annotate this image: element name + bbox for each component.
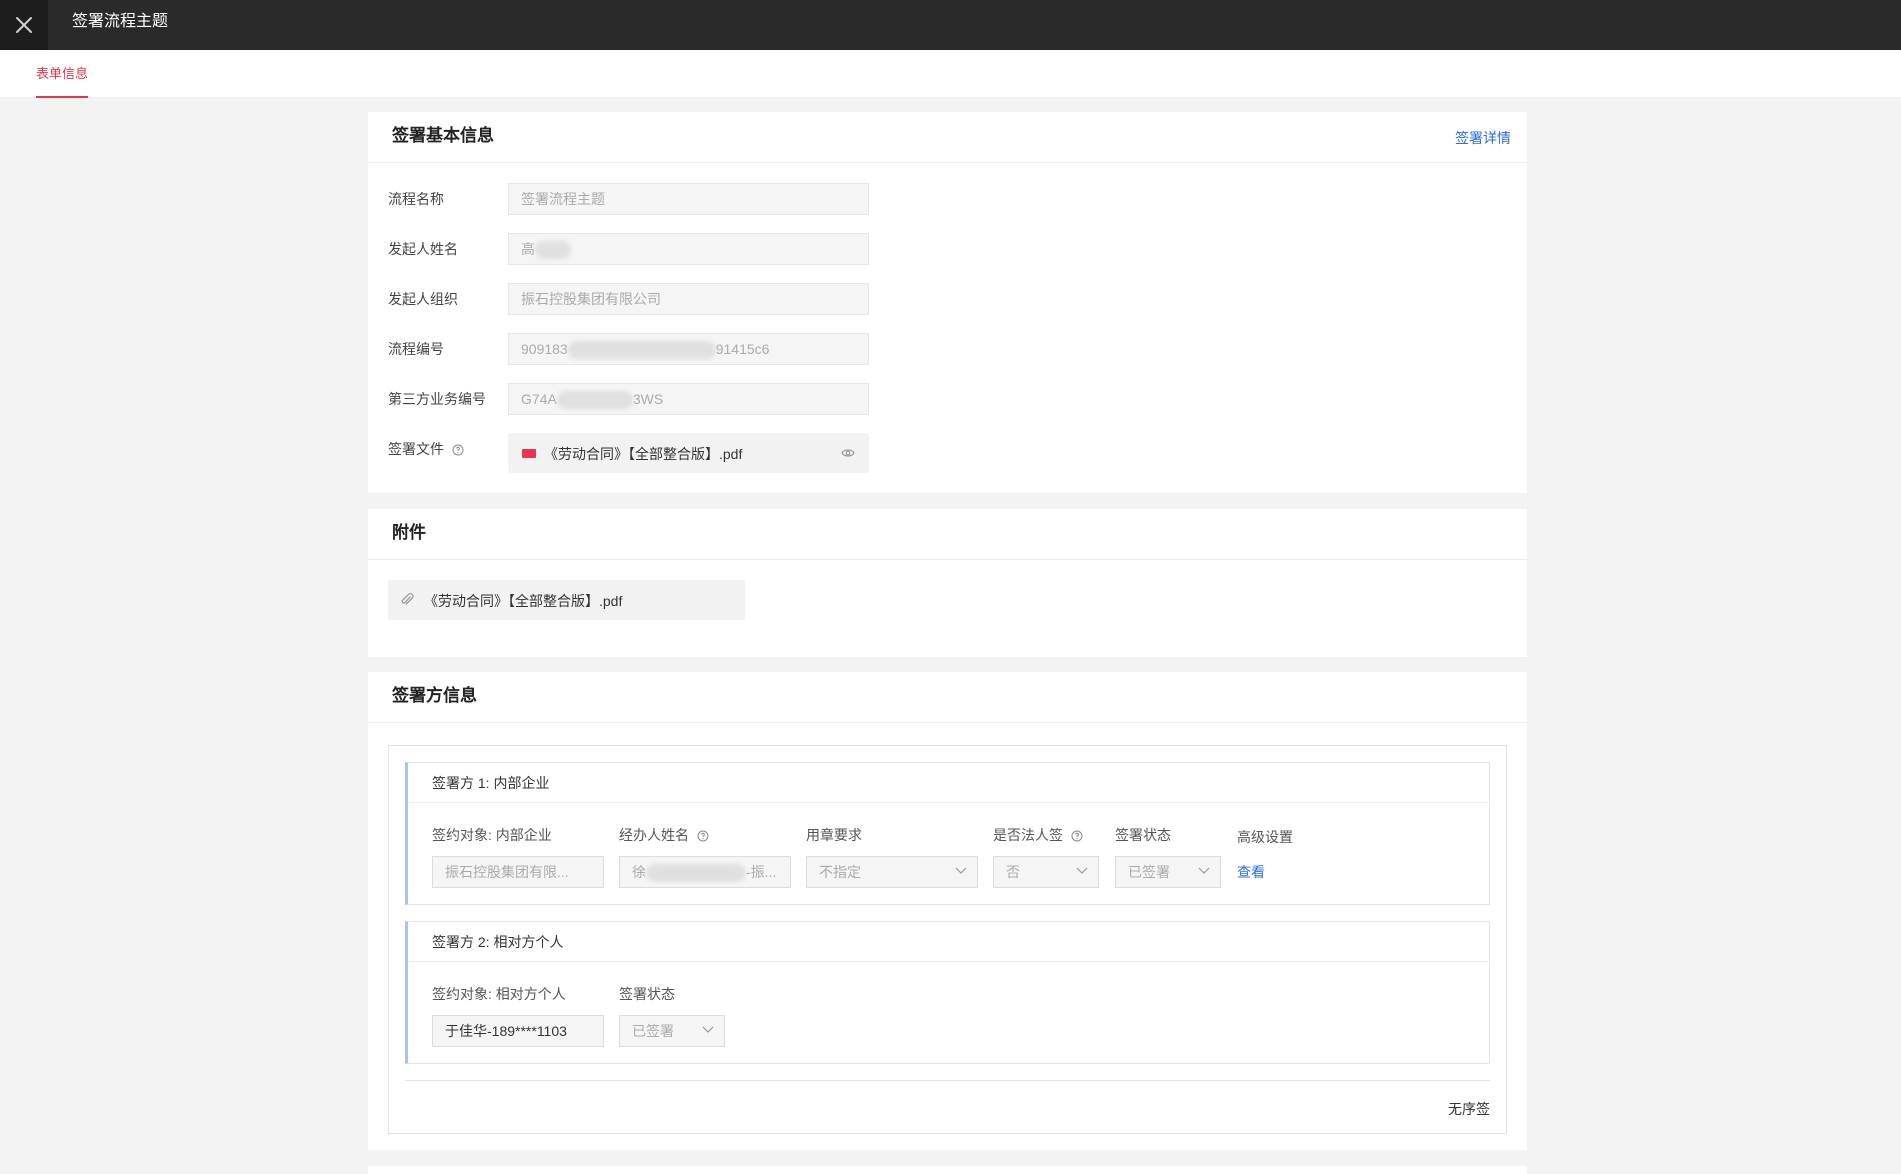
legal-label: 是否法人签 — [993, 825, 1083, 845]
basic-info-card: 签署基本信息 签署详情 流程名称 签署流程主题 发起人姓名 高 发起人组织 振石… — [368, 112, 1527, 493]
redacted-mark — [556, 391, 633, 410]
process-id-prefix: 909183 — [521, 341, 568, 357]
process-id-input[interactable]: 909183 91415c6 — [508, 333, 869, 365]
pdf-icon — [522, 449, 536, 458]
sign-file-item[interactable]: 《劳动合同》【全部整合版】.pdf — [508, 433, 869, 473]
legal-select[interactable]: 否 — [993, 856, 1099, 888]
third-party-id-input[interactable]: G74A 3WS — [508, 383, 869, 415]
next-card-edge — [368, 1166, 1527, 1174]
signers-container: 签署方 1: 内部企业 签约对象: 内部企业 振石控股集团有限... 经办人姓名… — [388, 745, 1507, 1134]
help-icon[interactable] — [697, 830, 709, 842]
close-button[interactable] — [0, 0, 48, 50]
status-label: 签署状态 — [1115, 827, 1171, 843]
page-title: 签署流程主题 — [72, 13, 169, 30]
status-select[interactable]: 已签署 — [619, 1015, 725, 1047]
signers-header: 签署方信息 — [368, 672, 1527, 723]
redacted-mark — [646, 864, 746, 883]
redacted-mark — [567, 341, 716, 360]
basic-info-header: 签署基本信息 签署详情 — [368, 112, 1527, 163]
process-name-input[interactable]: 签署流程主题 — [508, 183, 869, 215]
eye-icon[interactable] — [841, 447, 855, 459]
attachments-header: 附件 — [368, 509, 1527, 560]
tab-form-info[interactable]: 表单信息 — [36, 50, 89, 98]
paperclip-icon — [401, 593, 414, 605]
process-id-suffix: 91415c6 — [715, 341, 770, 357]
close-icon[interactable] — [14, 15, 34, 35]
chevron-down-icon — [1198, 867, 1210, 874]
handler-label: 经办人姓名 — [619, 825, 709, 845]
handler-select[interactable]: 徐 -振... — [619, 856, 791, 888]
status-value: 已签署 — [1128, 864, 1170, 880]
target-select[interactable]: 于佳华-189****1103 — [432, 1015, 604, 1047]
field-label: 流程名称 — [388, 191, 444, 207]
handler-prefix: 徐 — [632, 864, 646, 880]
tab-bar: 表单信息 — [0, 50, 1901, 98]
field-label: 流程编号 — [388, 341, 444, 357]
basic-info-title: 签署基本信息 — [392, 126, 494, 145]
sign-file-label: 签署文件 — [388, 441, 444, 457]
seal-label: 用章要求 — [806, 827, 862, 843]
sign-detail-link[interactable]: 签署详情 — [1455, 112, 1511, 164]
field-label: 第三方业务编号 — [388, 391, 486, 407]
signer-title: 签署方 1: 内部企业 — [432, 775, 550, 791]
chevron-down-icon — [955, 867, 967, 874]
initiator-org-input[interactable]: 振石控股集团有限公司 — [508, 283, 869, 315]
attachment-item[interactable]: 《劳动合同》【全部整合版】.pdf — [388, 580, 745, 620]
divider — [405, 1080, 1490, 1081]
redacted-mark — [535, 241, 571, 260]
view-advanced-link[interactable]: 查看 — [1237, 862, 1265, 882]
status-label: 签署状态 — [619, 986, 675, 1002]
target-label: 签约对象: 相对方个人 — [432, 986, 566, 1002]
target-label: 签约对象: 内部企业 — [432, 827, 552, 843]
chevron-down-icon — [1076, 867, 1088, 874]
sign-order-text: 无序签 — [1448, 1101, 1490, 1117]
third-party-id-suffix: 3WS — [632, 391, 664, 407]
signers-card: 签署方信息 签署方 1: 内部企业 签约对象: 内部企业 振石控股集团有限...… — [368, 672, 1527, 1150]
signer-title: 签署方 2: 相对方个人 — [432, 934, 564, 950]
handler-label-text: 经办人姓名 — [619, 827, 689, 843]
advanced-label: 高级设置 — [1237, 829, 1293, 845]
attachments-card: 附件 《劳动合同》【全部整合版】.pdf — [368, 509, 1527, 657]
signer-2: 签署方 2: 相对方个人 签约对象: 相对方个人 于佳华-189****1103… — [405, 921, 1490, 1064]
attachments-title: 附件 — [392, 523, 426, 542]
signer-header: 签署方 1: 内部企业 — [408, 763, 1489, 803]
attachment-file-name: 《劳动合同》【全部整合版】.pdf — [424, 593, 623, 609]
sign-file-name: 《劳动合同》【全部整合版】.pdf — [544, 446, 743, 462]
status-select[interactable]: 已签署 — [1115, 856, 1221, 888]
signer-1: 签署方 1: 内部企业 签约对象: 内部企业 振石控股集团有限... 经办人姓名… — [405, 762, 1490, 905]
handler-suffix: -振... — [746, 864, 777, 880]
third-party-id-prefix: G74A — [521, 391, 557, 407]
field-label: 签署文件 — [388, 439, 464, 459]
signers-title: 签署方信息 — [392, 686, 477, 705]
seal-value: 不指定 — [819, 864, 861, 880]
seal-select[interactable]: 不指定 — [806, 856, 978, 888]
field-label: 发起人姓名 — [388, 241, 458, 257]
legal-label-text: 是否法人签 — [993, 827, 1063, 843]
help-icon[interactable] — [1071, 830, 1083, 842]
field-label: 发起人组织 — [388, 291, 458, 307]
help-icon[interactable] — [452, 444, 464, 456]
status-value: 已签署 — [632, 1023, 674, 1039]
signer-header: 签署方 2: 相对方个人 — [408, 922, 1489, 962]
initiator-name-value: 高 — [521, 241, 535, 257]
chevron-down-icon — [702, 1026, 714, 1033]
target-select[interactable]: 振石控股集团有限... — [432, 856, 604, 888]
top-bar: 签署流程主题 — [0, 0, 1901, 50]
initiator-name-input[interactable]: 高 — [508, 233, 869, 265]
legal-value: 否 — [1006, 864, 1020, 880]
